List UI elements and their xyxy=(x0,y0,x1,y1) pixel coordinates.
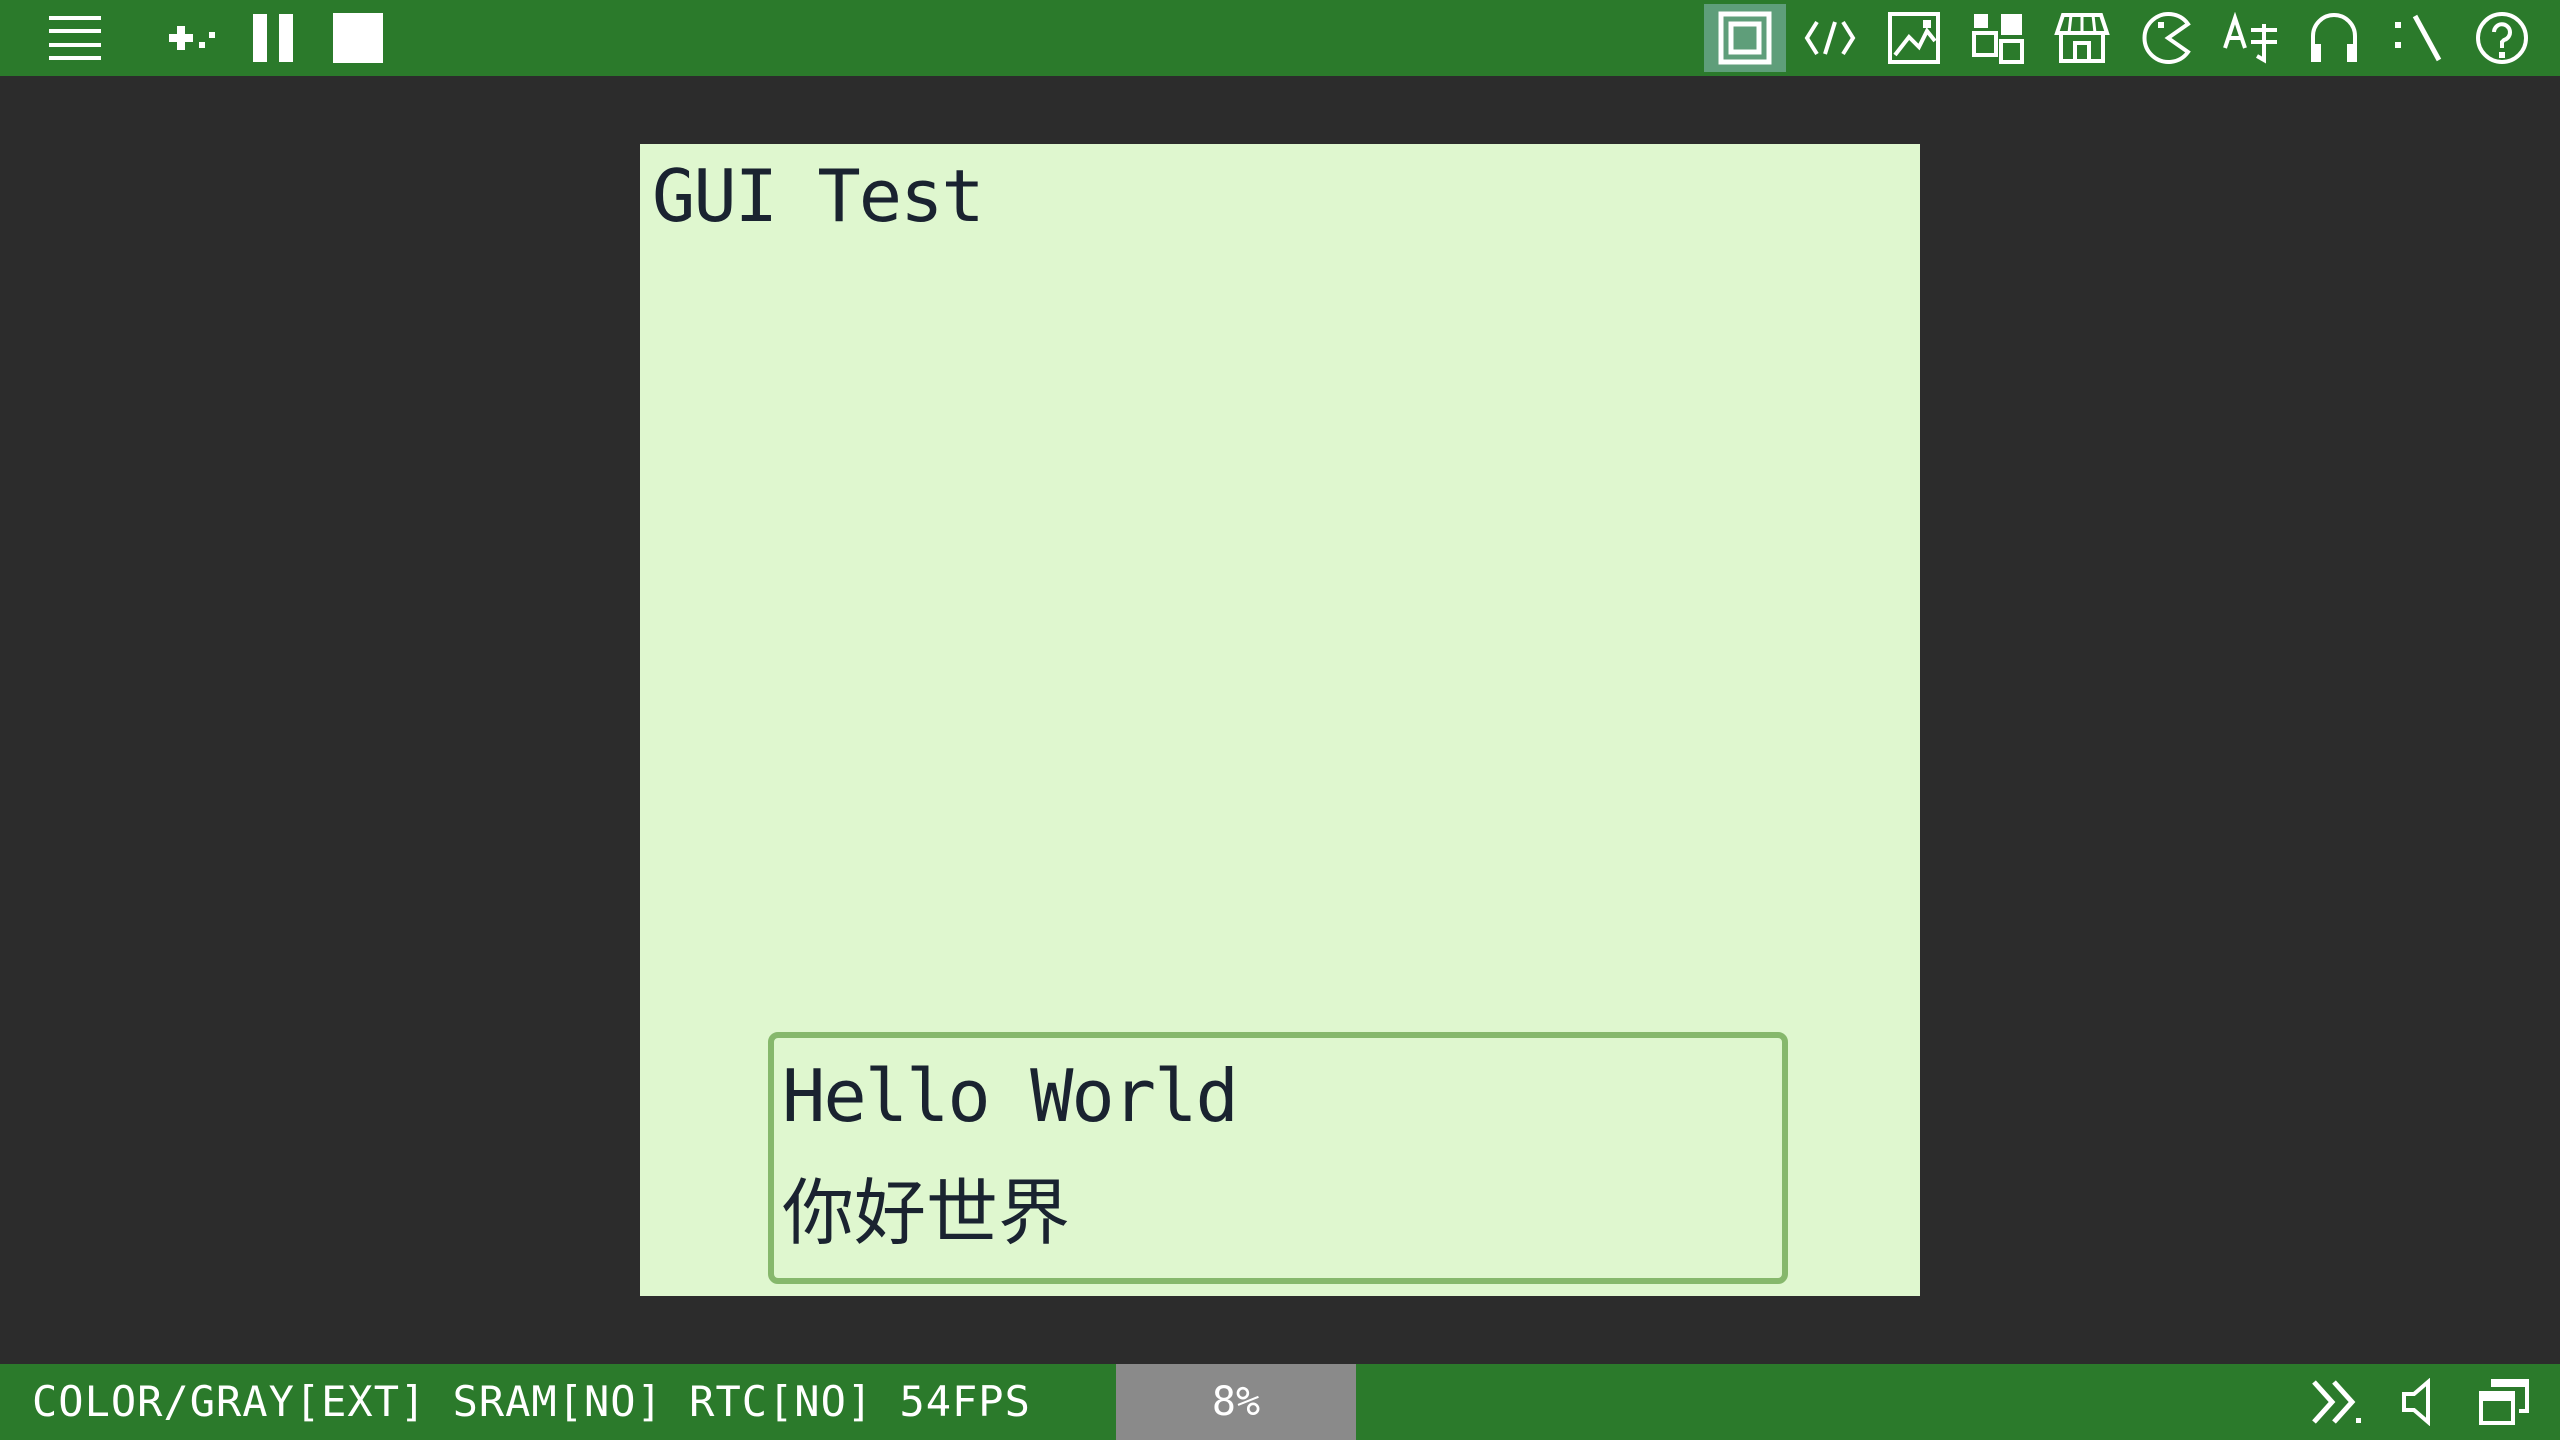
screen-icon xyxy=(1718,11,1772,65)
dialog-line-2: 你好世界 xyxy=(782,1171,1071,1255)
help-button[interactable] xyxy=(2466,0,2538,76)
code-button[interactable] xyxy=(1794,0,1866,76)
fast-forward-button[interactable] xyxy=(2300,1364,2372,1440)
stop-icon xyxy=(333,13,383,63)
widgets-button[interactable] xyxy=(1962,0,2034,76)
volume-icon xyxy=(2402,1378,2430,1426)
store-icon xyxy=(2054,13,2110,63)
widgets-icon xyxy=(1972,14,2024,64)
stop-button[interactable] xyxy=(328,0,388,76)
store-button[interactable] xyxy=(2046,0,2118,76)
headphones-icon xyxy=(2311,13,2357,62)
fast-forward-icon xyxy=(2312,1380,2361,1424)
screen-button[interactable] xyxy=(1704,4,1786,72)
translate-button[interactable] xyxy=(2214,0,2286,76)
emulator-screen[interactable]: GUI Test Hello World 你好世界 xyxy=(640,144,1920,1296)
cheat-button[interactable] xyxy=(2382,0,2454,76)
gamepad-icon xyxy=(169,26,215,50)
volume-button[interactable] xyxy=(2384,1364,2456,1440)
status-bar: COLOR/GRAY[EXT] SRAM[NO] RTC[NO] 54FPS 8… xyxy=(0,1364,2560,1440)
pacman-button[interactable] xyxy=(2130,0,2202,76)
window-button[interactable] xyxy=(2468,1364,2540,1440)
gamepad-button[interactable] xyxy=(156,0,226,76)
translate-icon xyxy=(2223,12,2277,64)
cheat-icon xyxy=(2395,14,2442,62)
image-icon xyxy=(1888,12,1940,64)
dialog-line-1: Hello World xyxy=(782,1054,1239,1138)
speed-indicator[interactable]: 8% xyxy=(1116,1364,1356,1440)
window-icon xyxy=(2479,1379,2529,1425)
menu-icon xyxy=(49,16,101,60)
pause-button[interactable] xyxy=(244,0,304,76)
top-toolbar xyxy=(0,0,2560,76)
menu-button[interactable] xyxy=(40,0,110,76)
image-button[interactable] xyxy=(1878,0,1950,76)
pause-icon xyxy=(253,14,293,62)
headphones-button[interactable] xyxy=(2298,0,2370,76)
help-icon xyxy=(2476,12,2528,64)
screen-title: GUI Test xyxy=(652,154,985,238)
status-info: COLOR/GRAY[EXT] SRAM[NO] RTC[NO] 54FPS xyxy=(32,1377,1031,1426)
code-icon xyxy=(1804,20,1856,56)
pacman-icon xyxy=(2142,12,2191,64)
dialog-box: Hello World 你好世界 xyxy=(768,1032,1788,1284)
